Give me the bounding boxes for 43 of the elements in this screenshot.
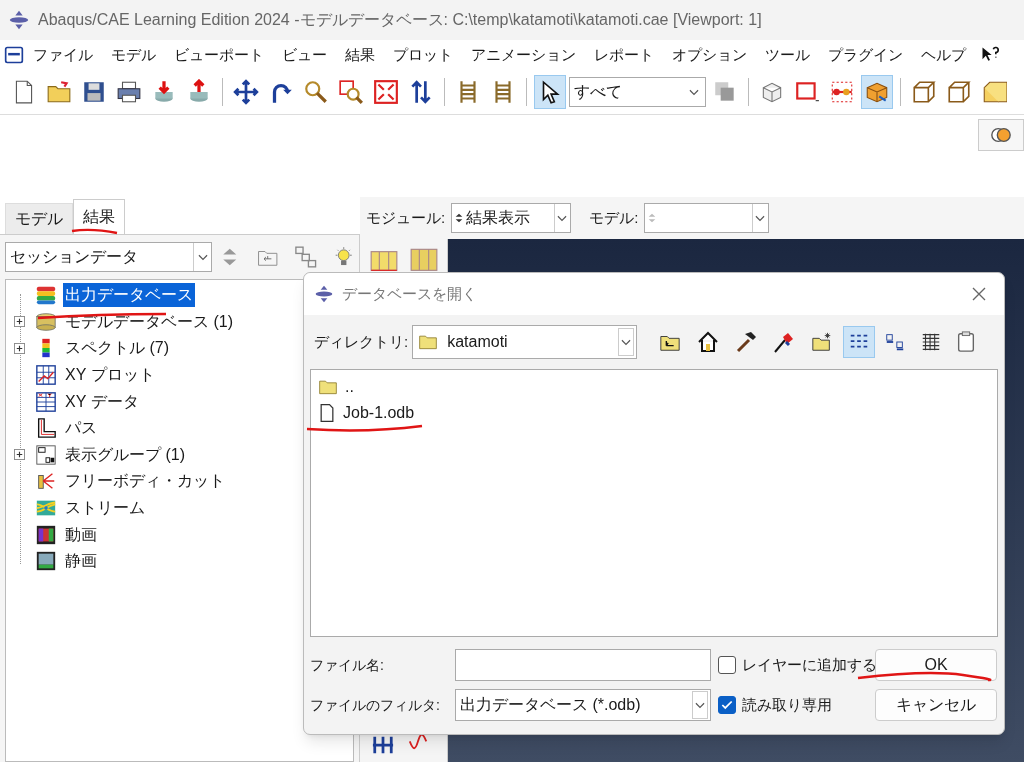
menu-item[interactable]: ファイル: [24, 43, 102, 67]
tree-item[interactable]: XY プロット: [63, 363, 157, 388]
tree-item[interactable]: フリーボディ・カット: [63, 469, 227, 494]
tree-item[interactable]: 動画: [63, 522, 99, 547]
tree-item[interactable]: XY データ: [63, 389, 141, 414]
file-name-label: ファイル名:: [310, 655, 384, 675]
menu-item[interactable]: ビュー: [273, 43, 336, 67]
checkbox-label: レイヤーに追加する: [742, 654, 877, 675]
panel-tab[interactable]: モデル: [5, 203, 73, 234]
selection-filter-dropdown[interactable]: すべて: [569, 77, 706, 107]
cancel-button[interactable]: キャンセル: [875, 689, 997, 721]
tree-item[interactable]: 表示グループ (1): [63, 442, 187, 467]
tree-item[interactable]: ストリーム: [63, 496, 147, 521]
module-dropdown[interactable]: 結果表示: [451, 203, 572, 233]
menu-item[interactable]: オプション: [663, 43, 756, 67]
menu-item[interactable]: ヘルプ: [912, 43, 975, 67]
menu-item[interactable]: ビューポート: [165, 43, 273, 67]
file-filter-dropdown[interactable]: 出力データベース (*.odb): [455, 689, 711, 721]
menu-item[interactable]: レポート: [585, 43, 663, 67]
module-label: モジュール:: [366, 207, 446, 228]
menu-item[interactable]: 結果: [336, 43, 384, 67]
tree-item[interactable]: スペクトル (7): [63, 336, 171, 361]
menu-item[interactable]: アニメーション: [462, 43, 585, 67]
checkbox-label: 読み取り専用: [742, 694, 832, 715]
file-list-item[interactable]: Job-1.odb: [343, 401, 415, 425]
filter-label: ファイルのフィルタ:: [310, 695, 440, 715]
dialog-title: データベースを開く: [342, 283, 478, 304]
panel-tab[interactable]: 結果: [73, 199, 125, 234]
file-list-item[interactable]: ..: [345, 375, 354, 399]
window-title: Abaqus/CAE Learning Edition 2024 -モデルデータベース: C:\temp\katamoti\katamoti.cae [Viewport: 1]: [38, 10, 762, 30]
directory-dropdown[interactable]: katamoti: [412, 325, 638, 359]
directory-label: ディレクトリ:: [314, 331, 409, 352]
tree-filter-dropdown[interactable]: セッションデータ: [5, 242, 213, 272]
menu-item[interactable]: プロット: [384, 43, 462, 67]
tree-item[interactable]: モデルデータベース (1): [63, 309, 235, 334]
tree-item[interactable]: 出力データベース: [63, 283, 195, 308]
ok-button[interactable]: OK: [875, 649, 997, 681]
tree-item[interactable]: パス: [63, 416, 99, 441]
menu-item[interactable]: モデル: [102, 43, 165, 67]
menu-item[interactable]: プラグイン: [819, 43, 912, 67]
menu-item[interactable]: ツール: [756, 43, 819, 67]
tree-item[interactable]: 静画: [63, 549, 99, 574]
model-label: モデル:: [589, 207, 639, 228]
